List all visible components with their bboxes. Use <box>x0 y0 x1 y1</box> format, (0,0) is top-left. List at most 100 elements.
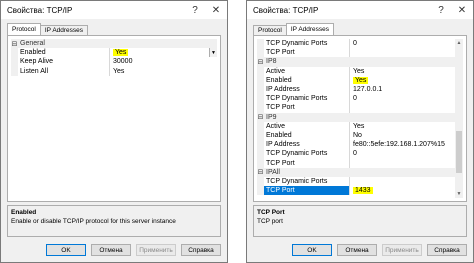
property-row[interactable]: TCP Dynamic Ports 0 <box>257 39 455 49</box>
help-icon[interactable]: ? <box>431 1 451 19</box>
property-value[interactable] <box>350 103 455 112</box>
group-label: IP9 <box>266 113 277 121</box>
close-icon[interactable]: ✕ <box>451 1 473 19</box>
scroll-down-arrow-icon[interactable]: ▼ <box>455 190 463 198</box>
tab-strip: Protocol IP Addresses <box>253 23 335 35</box>
property-name: TCP Dynamic Ports <box>264 176 350 186</box>
property-row[interactable]: TCP Dynamic Ports <box>257 176 455 186</box>
row-gutter <box>257 103 264 113</box>
cancel-button[interactable]: Отмена <box>91 244 131 256</box>
property-name: TCP Dynamic Ports <box>264 94 350 104</box>
property-row[interactable]: IP Address fe80::5efe:192.168.1.207%15 <box>257 140 455 150</box>
property-name: IP Address <box>264 140 350 150</box>
property-value[interactable] <box>350 48 455 57</box>
property-row[interactable]: TCP Port 1433 <box>257 186 455 196</box>
property-value[interactable]: Yes <box>350 67 455 76</box>
group-header[interactable]: ⊟ IPAll <box>257 167 455 177</box>
property-grid-pane: TCP Dynamic Ports 0 TCP Port ⊟ IP8 Active Yes E… <box>253 35 467 202</box>
property-row[interactable]: Enabled Yes <box>257 75 455 85</box>
property-row[interactable]: TCP Dynamic Ports 0 <box>257 94 455 104</box>
property-name: IP Address <box>264 84 350 95</box>
property-value[interactable]: Yes <box>110 67 217 76</box>
property-row[interactable]: TCP Port <box>257 103 455 113</box>
property-value-text: Yes <box>353 122 365 130</box>
property-value[interactable]: 0 <box>350 39 455 48</box>
collapse-icon[interactable]: ⊟ <box>257 57 264 66</box>
property-value-text: 30000 <box>113 58 133 66</box>
tab-protocol[interactable]: Protocol <box>7 23 41 35</box>
description-title: Enabled <box>11 209 37 216</box>
tab-ip-addresses[interactable]: IP Addresses <box>285 23 335 35</box>
close-icon[interactable]: ✕ <box>205 1 227 19</box>
property-value[interactable]: 30000 <box>110 57 217 66</box>
property-row[interactable]: Active Yes <box>257 121 455 131</box>
group-header[interactable]: ⊟ IP9 <box>257 112 455 122</box>
property-value[interactable]: Yes <box>350 122 455 131</box>
tab-ip-addresses[interactable]: IP Addresses <box>39 25 89 35</box>
property-row[interactable]: Enabled Yes ▼ <box>11 48 217 58</box>
window-title: Свойства: TCP/IP <box>253 5 319 15</box>
row-gutter <box>257 149 264 159</box>
row-gutter <box>257 158 264 168</box>
row-gutter <box>257 66 264 76</box>
property-value-text: 0 <box>353 95 357 103</box>
property-grid: TCP Dynamic Ports 0 TCP Port ⊟ IP8 Active Yes E… <box>257 39 455 198</box>
property-row[interactable]: Keep Alive 30000 <box>11 57 217 67</box>
group-header[interactable]: ⊟ IP8 <box>257 57 455 67</box>
property-row[interactable]: Listen All Yes <box>11 66 217 76</box>
tcpip-properties-dialog-right: Свойства: TCP/IP ? ✕ Protocol IP Address… <box>246 0 474 263</box>
row-gutter <box>257 84 264 95</box>
property-value-text: Yes <box>113 67 125 75</box>
property-value[interactable]: fe80::5efe:192.168.1.207%15 <box>350 140 455 149</box>
collapse-icon[interactable]: ⊟ <box>11 39 18 48</box>
button-bar: OK Отмена Применить Справка <box>247 244 467 256</box>
row-gutter <box>257 130 264 141</box>
property-row[interactable]: TCP Port <box>257 48 455 58</box>
property-value[interactable]: Yes <box>350 76 455 85</box>
row-gutter <box>11 48 18 58</box>
property-value[interactable]: 127.0.0.1 <box>350 85 455 94</box>
vertical-scrollbar[interactable]: ▲ ▼ <box>455 39 463 198</box>
property-name: TCP Port <box>264 186 350 196</box>
property-value[interactable] <box>350 177 455 186</box>
scroll-up-arrow-icon[interactable]: ▲ <box>455 39 463 47</box>
property-value[interactable] <box>350 158 455 167</box>
property-value[interactable]: 1433 <box>350 186 455 195</box>
property-value[interactable]: 0 <box>350 149 455 158</box>
property-name: Active <box>264 121 350 131</box>
property-row[interactable]: TCP Port <box>257 158 455 168</box>
title-bar: Свойства: TCP/IP ? ✕ <box>1 1 227 19</box>
row-gutter <box>257 94 264 104</box>
scroll-thumb[interactable] <box>456 131 462 173</box>
property-value-text: 1433 <box>353 187 373 195</box>
row-gutter <box>257 186 264 196</box>
property-row[interactable]: IP Address 127.0.0.1 <box>257 84 455 95</box>
apply-button[interactable]: Применить <box>136 244 176 256</box>
property-row[interactable]: Active Yes <box>257 66 455 76</box>
property-value-text: Yes <box>113 49 129 57</box>
help-button[interactable]: Справка <box>181 244 221 256</box>
property-name: TCP Port <box>264 103 350 113</box>
collapse-icon[interactable]: ⊟ <box>257 168 264 177</box>
row-gutter <box>257 39 264 49</box>
group-header[interactable]: ⊟ General <box>11 39 217 49</box>
property-row[interactable]: Enabled No <box>257 130 455 141</box>
cancel-button[interactable]: Отмена <box>337 244 377 256</box>
property-value[interactable]: No <box>350 131 455 140</box>
help-button[interactable]: Справка <box>427 244 467 256</box>
collapse-icon[interactable]: ⊟ <box>257 113 264 122</box>
property-value[interactable]: Yes ▼ <box>110 48 217 58</box>
tab-protocol[interactable]: Protocol <box>253 25 287 35</box>
help-icon[interactable]: ? <box>185 1 205 19</box>
property-row[interactable]: TCP Dynamic Ports 0 <box>257 149 455 159</box>
title-bar: Свойства: TCP/IP ? ✕ <box>247 1 473 19</box>
property-name: Enabled <box>264 75 350 85</box>
property-value-text: fe80::5efe:192.168.1.207%15 <box>353 141 445 149</box>
row-gutter <box>11 57 18 67</box>
property-value-text: 0 <box>353 40 357 48</box>
dropdown-arrow-icon[interactable]: ▼ <box>209 48 217 58</box>
ok-button[interactable]: OK <box>292 244 332 256</box>
ok-button[interactable]: OK <box>46 244 86 256</box>
property-value[interactable]: 0 <box>350 94 455 103</box>
apply-button[interactable]: Применить <box>382 244 422 256</box>
